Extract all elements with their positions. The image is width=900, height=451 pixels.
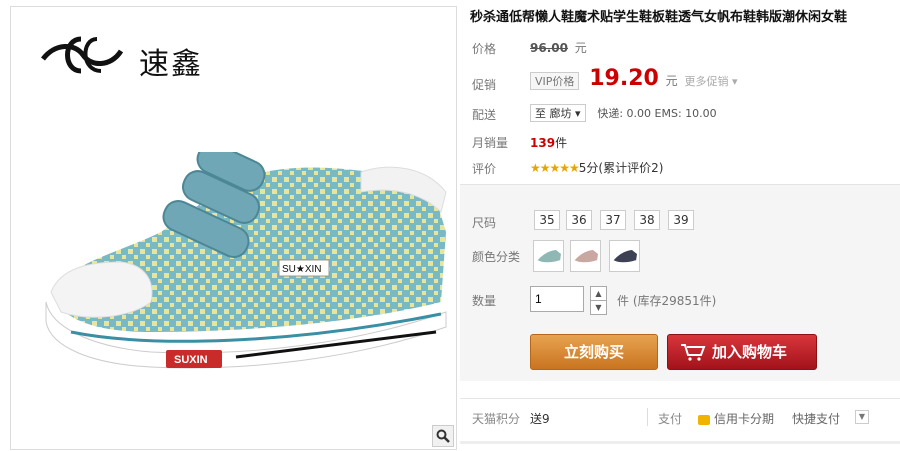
- more-promotions-label: 更多促销: [684, 75, 729, 88]
- original-price-value: 96.00: [530, 41, 568, 55]
- promo-price-unit: 元: [665, 74, 678, 88]
- color-swatch-navy[interactable]: [609, 240, 640, 272]
- zoom-button[interactable]: [432, 425, 454, 447]
- vip-tag: VIP价格: [530, 72, 580, 90]
- size-option-35[interactable]: 35: [534, 210, 560, 230]
- delivery-info: 至 廊坊 ▾ 快递: 0.00 EMS: 10.00: [530, 104, 717, 122]
- color-swatch-pink[interactable]: [570, 240, 601, 272]
- monthly-sales: 139件: [530, 134, 567, 151]
- brand-logo-icon: [41, 36, 123, 74]
- rating-score: 5分(累计评价2): [578, 161, 664, 175]
- product-title: 秒杀通低帮懒人鞋魔术贴学生鞋板鞋透气女帆布鞋韩版潮休闲女鞋: [470, 10, 848, 25]
- color-label: 颜色分类: [472, 250, 521, 264]
- points-value: 送9: [530, 412, 550, 426]
- divider: [647, 408, 648, 426]
- add-to-cart-label: 加入购物车: [712, 343, 788, 361]
- payment-label: 支付: [658, 412, 683, 426]
- color-swatch-blue[interactable]: [533, 240, 564, 272]
- more-promotions-link[interactable]: 更多促销 ▾: [685, 75, 738, 88]
- shoe-illustration: SU★XIN SUXIN: [45, 152, 447, 369]
- size-option-36[interactable]: 36: [566, 210, 592, 230]
- buy-now-button[interactable]: 立刻购买: [530, 334, 658, 370]
- original-price-unit: 元: [574, 41, 587, 55]
- monthly-sales-label: 月销量: [472, 136, 509, 150]
- shoe-label: SUXIN: [174, 354, 208, 366]
- add-to-cart-button[interactable]: 加入购物车: [667, 334, 817, 370]
- rating-label: 评价: [472, 162, 497, 176]
- promo-price-value: 19.20: [589, 66, 659, 91]
- destination-select[interactable]: 至 廊坊 ▾: [530, 104, 586, 122]
- size-label: 尺码: [472, 216, 497, 230]
- quantity-input[interactable]: [530, 286, 584, 312]
- zoom-icon: [436, 429, 450, 443]
- monthly-sales-count: 139: [530, 136, 556, 150]
- promo-price: VIP价格 19.20 元 更多促销 ▾: [530, 66, 738, 91]
- payment-more-dropdown[interactable]: ▼: [855, 410, 869, 424]
- chevron-down-icon: ▾: [575, 107, 581, 120]
- brand-name: 速鑫: [139, 47, 203, 82]
- delivery-label: 配送: [472, 108, 497, 122]
- cart-icon: [681, 344, 706, 361]
- quick-pay-link[interactable]: 快捷支付: [792, 410, 840, 427]
- rating[interactable]: ★★★★★5分(累计评价2): [530, 159, 663, 176]
- size-option-37[interactable]: 37: [600, 210, 626, 230]
- promo-label: 促销: [472, 78, 497, 92]
- destination-value: 至 廊坊: [535, 107, 572, 120]
- points-label: 天猫积分: [472, 412, 521, 426]
- credit-installment-link[interactable]: 信用卡分期: [698, 410, 774, 427]
- tongue-label: SU★XIN: [282, 264, 322, 275]
- size-option-38[interactable]: 38: [634, 210, 660, 230]
- rating-stars: ★★★★★: [530, 161, 580, 175]
- quantity-label: 数量: [472, 294, 497, 308]
- credit-installment-label: 信用卡分期: [714, 412, 775, 426]
- stock-info: 件 (库存29851件): [617, 294, 717, 308]
- credit-card-icon: [698, 414, 710, 425]
- quantity-decrease-button[interactable]: ▼: [590, 300, 607, 315]
- quantity-increase-button[interactable]: ▲: [590, 286, 607, 301]
- chevron-down-icon: ▾: [732, 75, 738, 88]
- shipping-fee: 快递: 0.00 EMS: 10.00: [597, 107, 717, 120]
- size-option-39[interactable]: 39: [668, 210, 694, 230]
- monthly-sales-unit: 件: [555, 136, 568, 150]
- price-label: 价格: [472, 42, 497, 56]
- original-price: 96.00 元: [530, 39, 587, 56]
- product-image[interactable]: 速鑫 SU★XIN SUXIN: [10, 6, 457, 450]
- chevron-down-icon: ▼: [858, 412, 866, 421]
